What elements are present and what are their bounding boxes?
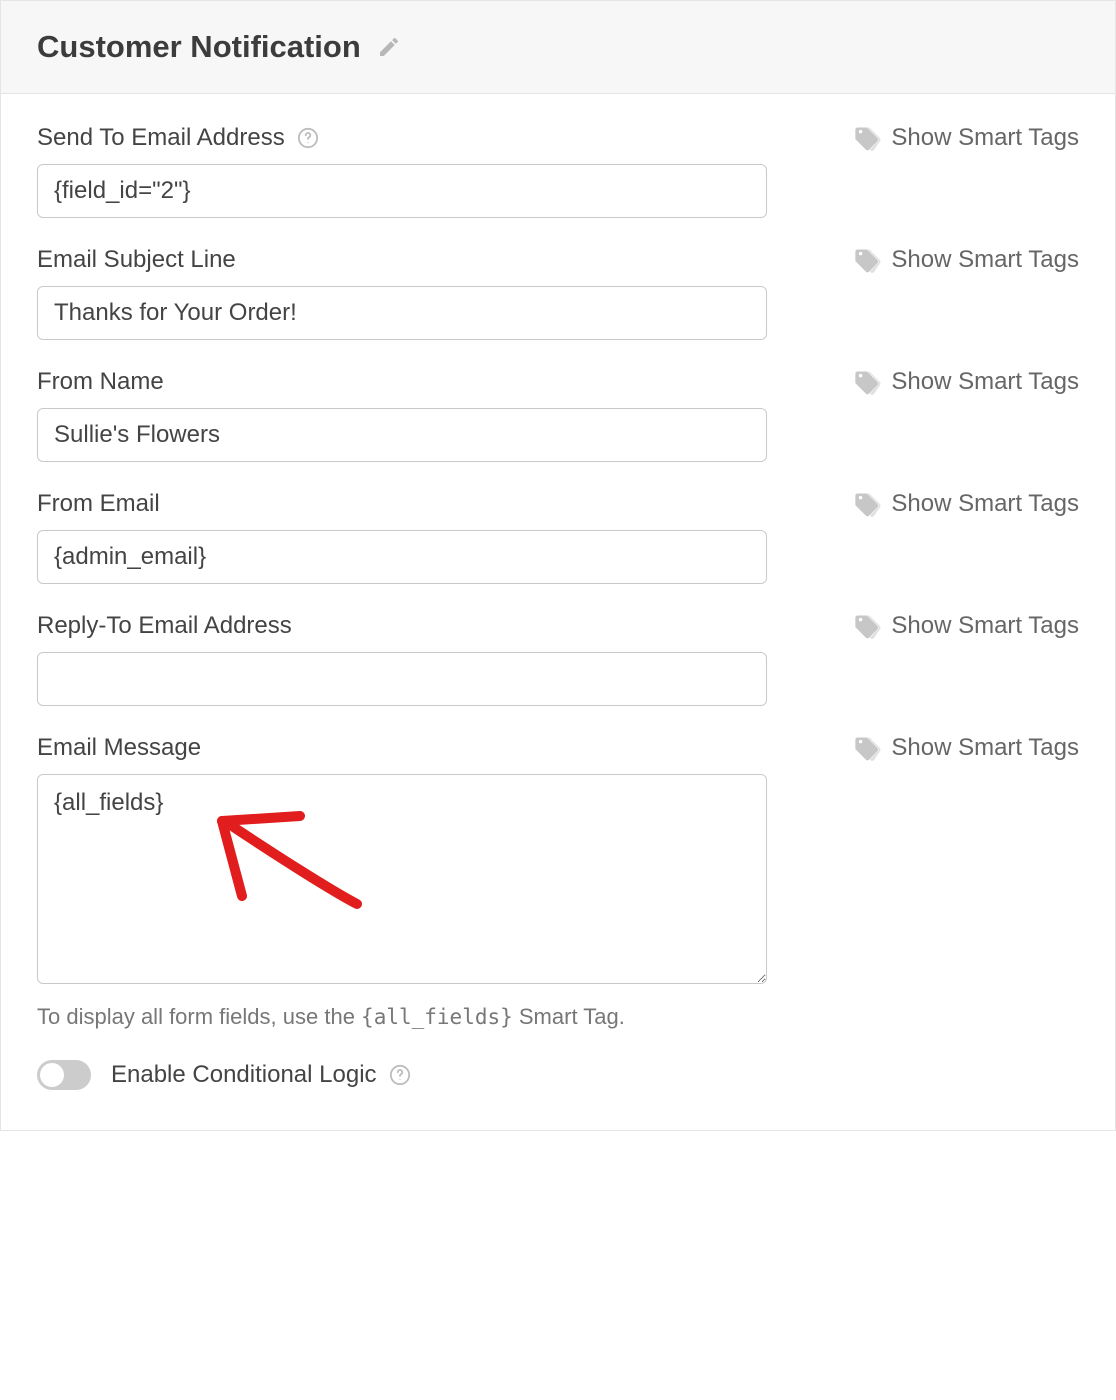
field-row: Reply-To Email Address Show Smart Tags [37, 612, 1079, 640]
conditional-logic-label: Enable Conditional Logic [111, 1061, 411, 1089]
label-text: Send To Email Address [37, 124, 285, 152]
help-icon[interactable] [389, 1064, 411, 1086]
smart-tags-text: Show Smart Tags [891, 246, 1079, 274]
panel-header: Customer Notification [1, 0, 1115, 94]
help-icon[interactable] [297, 127, 319, 149]
send-to-input[interactable] [37, 164, 767, 218]
show-smart-tags-link[interactable]: Show Smart Tags [853, 246, 1079, 274]
tag-icon [853, 612, 881, 640]
toggle-knob [40, 1063, 64, 1087]
subject-input[interactable] [37, 286, 767, 340]
label-text: Enable Conditional Logic [111, 1061, 377, 1089]
helper-prefix: To display all form fields, use the [37, 1004, 361, 1029]
field-row: Email Message Show Smart Tags [37, 734, 1079, 762]
reply-to-label: Reply-To Email Address [37, 612, 292, 640]
smart-tags-text: Show Smart Tags [891, 368, 1079, 396]
tag-icon [853, 490, 881, 518]
conditional-logic-row: Enable Conditional Logic [37, 1060, 1079, 1090]
smart-tags-text: Show Smart Tags [891, 490, 1079, 518]
from-email-input[interactable] [37, 530, 767, 584]
field-row: Send To Email Address Show Smart Tags [37, 124, 1079, 152]
show-smart-tags-link[interactable]: Show Smart Tags [853, 490, 1079, 518]
from-name-label: From Name [37, 368, 164, 396]
show-smart-tags-link[interactable]: Show Smart Tags [853, 612, 1079, 640]
show-smart-tags-link[interactable]: Show Smart Tags [853, 368, 1079, 396]
field-row: From Email Show Smart Tags [37, 490, 1079, 518]
helper-suffix: Smart Tag. [513, 1004, 625, 1029]
edit-title-icon[interactable] [377, 35, 401, 59]
field-message: Email Message Show Smart Tags To d [37, 734, 1079, 1030]
tag-icon [853, 246, 881, 274]
field-send-to: Send To Email Address Show Smart Tags [37, 124, 1079, 218]
message-helper-text: To display all form fields, use the {all… [37, 1004, 1079, 1030]
field-row: From Name Show Smart Tags [37, 368, 1079, 396]
reply-to-input[interactable] [37, 652, 767, 706]
notification-settings-panel: Customer Notification Send To Email Addr… [0, 0, 1116, 1131]
from-email-label: From Email [37, 490, 160, 518]
from-name-input[interactable] [37, 408, 767, 462]
message-textarea[interactable] [37, 774, 767, 984]
panel-body: Send To Email Address Show Smart Tags Em… [1, 94, 1115, 1130]
subject-label: Email Subject Line [37, 246, 236, 274]
field-row: Email Subject Line Show Smart Tags [37, 246, 1079, 274]
show-smart-tags-link[interactable]: Show Smart Tags [853, 734, 1079, 762]
tag-icon [853, 368, 881, 396]
smart-tags-text: Show Smart Tags [891, 124, 1079, 152]
conditional-logic-toggle[interactable] [37, 1060, 91, 1090]
field-subject: Email Subject Line Show Smart Tags [37, 246, 1079, 340]
smart-tags-text: Show Smart Tags [891, 734, 1079, 762]
message-label: Email Message [37, 734, 201, 762]
panel-title: Customer Notification [37, 29, 361, 65]
tag-icon [853, 734, 881, 762]
field-reply-to: Reply-To Email Address Show Smart Tags [37, 612, 1079, 706]
show-smart-tags-link[interactable]: Show Smart Tags [853, 124, 1079, 152]
send-to-label: Send To Email Address [37, 124, 319, 152]
tag-icon [853, 124, 881, 152]
field-from-name: From Name Show Smart Tags [37, 368, 1079, 462]
smart-tags-text: Show Smart Tags [891, 612, 1079, 640]
field-from-email: From Email Show Smart Tags [37, 490, 1079, 584]
helper-code: {all_fields} [361, 1005, 513, 1029]
